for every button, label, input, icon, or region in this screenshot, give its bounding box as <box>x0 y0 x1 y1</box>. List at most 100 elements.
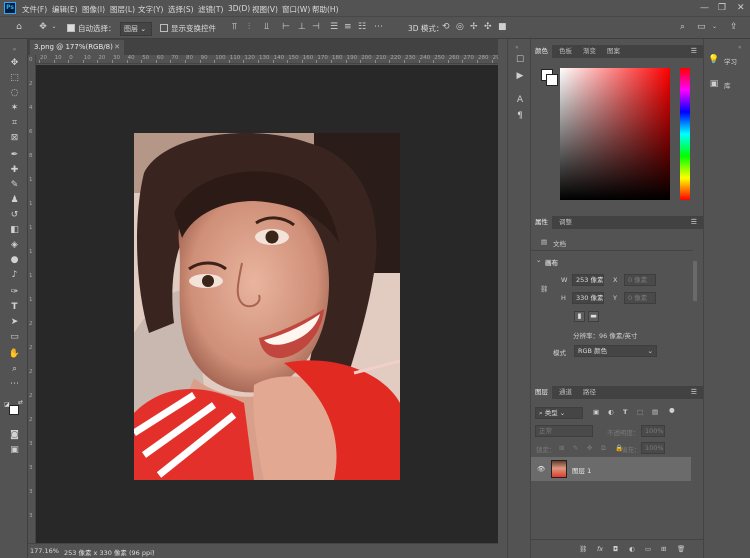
align-hcenter-icon[interactable]: ⊥ <box>298 22 306 32</box>
collapse-icon[interactable]: « <box>515 43 519 53</box>
height-field[interactable]: 330 像素 <box>572 292 604 304</box>
color-background-swatch[interactable] <box>546 74 558 86</box>
mode-select[interactable]: RGB 颜色 ⌄ <box>574 345 657 357</box>
y-field[interactable]: 0 像素 <box>624 292 656 304</box>
photoshop-logo-icon[interactable]: Ps <box>4 2 16 14</box>
menu-help[interactable]: 帮助(H) <box>312 4 339 15</box>
lock-transparent-icon[interactable]: ⊠ <box>559 444 564 452</box>
healing-brush-icon[interactable]: ✚ <box>8 164 21 177</box>
lock-pixels-icon[interactable]: ✎ <box>573 444 578 452</box>
move-tool-icon[interactable]: ✥ <box>8 57 21 70</box>
pen-tool-icon[interactable]: ✑ <box>8 286 21 299</box>
menu-3d[interactable]: 3D(D) <box>228 4 250 13</box>
3d-roll-icon[interactable]: ◎ <box>456 22 464 32</box>
menu-layer[interactable]: 图层(L) <box>110 4 135 15</box>
menu-window[interactable]: 窗口(W) <box>282 4 310 15</box>
filter-pixel-icon[interactable]: ▣ <box>593 408 599 416</box>
fx-icon[interactable]: fx <box>597 545 603 553</box>
layer-name[interactable]: 图层 1 <box>572 465 591 475</box>
new-group-icon[interactable]: ▭ <box>645 545 651 553</box>
auto-select-checkbox[interactable] <box>67 24 75 32</box>
close-window-button[interactable]: ✕ <box>737 3 745 13</box>
crop-tool-icon[interactable]: ⌗ <box>8 117 21 130</box>
menu-filter[interactable]: 滤镜(T) <box>198 4 223 15</box>
library-label[interactable]: 库 <box>724 80 731 90</box>
3d-scale-icon[interactable]: ■ <box>498 22 507 32</box>
align-left-icon[interactable]: ⊢ <box>282 22 290 32</box>
paint-bucket-icon[interactable]: ◈ <box>8 239 21 252</box>
distribute-vcenter-icon[interactable]: ≡ <box>344 22 352 32</box>
x-field[interactable]: 0 像素 <box>624 274 656 286</box>
more-options-icon[interactable]: ⋯ <box>374 22 383 32</box>
3d-rotate-icon[interactable]: ⟲ <box>442 22 450 32</box>
lock-position-icon[interactable]: ✥ <box>587 444 592 452</box>
brush-tool-icon[interactable]: ✎ <box>8 179 21 192</box>
document-tab[interactable]: 3.png @ 177%(RGB/8) ✕ <box>30 40 124 55</box>
link-layers-icon[interactable]: ⛓ <box>579 545 587 553</box>
menu-type[interactable]: 文字(Y) <box>138 4 163 15</box>
tab-swatches[interactable]: 色板 <box>555 45 576 58</box>
filter-toggle-icon[interactable]: ● <box>669 406 675 414</box>
add-mask-icon[interactable]: ◘ <box>613 545 618 553</box>
tab-color[interactable]: 颜色 <box>531 45 552 58</box>
3d-pan-icon[interactable]: ✢ <box>470 22 478 32</box>
link-icon[interactable]: ⛓ <box>540 285 548 293</box>
tab-gradients[interactable]: 渐变 <box>579 45 600 58</box>
align-top-icon[interactable]: ⫪ <box>232 22 237 32</box>
opacity-field[interactable]: 100% <box>641 425 665 437</box>
auto-select-target-select[interactable]: 图层 ⌄ <box>120 22 152 36</box>
close-tab-icon[interactable]: ✕ <box>114 40 120 55</box>
layer-row[interactable]: 👁 图层 1 <box>531 457 691 481</box>
path-select-icon[interactable]: ➤ <box>8 316 21 329</box>
tab-channels[interactable]: 通道 <box>555 386 576 399</box>
learn-label[interactable]: 学习 <box>724 56 737 66</box>
filter-shape-icon[interactable]: ⬚ <box>637 408 643 416</box>
color-field[interactable] <box>560 68 670 200</box>
move-tool-icon[interactable]: ✥ <box>37 22 49 32</box>
align-right-icon[interactable]: ⊣ <box>312 22 320 32</box>
panel-menu-icon[interactable]: ☰ <box>691 388 697 396</box>
show-transform-checkbox[interactable] <box>160 24 168 32</box>
status-menu-icon[interactable]: › <box>152 547 155 555</box>
landscape-orientation-icon[interactable]: ▬ <box>588 311 599 322</box>
rectangle-tool-icon[interactable]: ▭ <box>8 331 21 344</box>
filter-type-icon[interactable]: T <box>623 408 627 416</box>
dodge-tool-icon[interactable]: ♪ <box>8 269 21 282</box>
eye-icon[interactable]: 👁 <box>537 465 545 473</box>
panel-menu-icon[interactable]: ☰ <box>691 218 697 226</box>
paragraph-panel-icon[interactable]: ¶ <box>514 111 526 121</box>
library-icon[interactable]: ▣ <box>708 79 720 89</box>
document-image[interactable] <box>134 133 400 480</box>
tab-adjustments[interactable]: 调整 <box>555 216 576 229</box>
clone-stamp-icon[interactable]: ♟ <box>8 194 21 207</box>
type-tool-icon[interactable]: T <box>8 301 21 314</box>
eyedropper-icon[interactable]: ✒ <box>8 149 21 162</box>
align-bottom-icon[interactable]: ⫫ <box>264 22 269 32</box>
swap-colors-icon[interactable]: ⇄ <box>18 399 25 406</box>
tab-properties[interactable]: 属性 <box>531 216 552 229</box>
filter-smart-object-icon[interactable]: ▤ <box>652 408 658 416</box>
play-actions-icon[interactable]: ▶ <box>514 71 526 81</box>
properties-scrollbar[interactable] <box>693 261 697 301</box>
chevron-down-icon[interactable]: ⌄ <box>536 256 541 264</box>
menu-image[interactable]: 图像(I) <box>82 4 105 15</box>
more-tools-icon[interactable]: ⋯ <box>8 378 21 391</box>
hue-slider[interactable] <box>680 68 690 200</box>
tab-patterns[interactable]: 图案 <box>603 45 624 58</box>
learn-icon[interactable]: 💡 <box>708 55 720 65</box>
character-panel-icon[interactable]: A <box>514 95 526 105</box>
width-field[interactable]: 253 像素 <box>572 274 604 286</box>
eraser-icon[interactable]: ◧ <box>8 224 21 237</box>
hand-tool-icon[interactable]: ✋ <box>8 348 21 361</box>
search-icon[interactable]: ⌕ <box>680 22 685 32</box>
home-icon[interactable]: ⌂ <box>13 22 25 32</box>
lock-artboard-icon[interactable]: ⧉ <box>601 444 606 453</box>
menu-file[interactable]: 文件(F) <box>22 4 47 15</box>
menu-view[interactable]: 视图(V) <box>252 4 278 15</box>
distribute-bottom-icon[interactable]: ☷ <box>358 22 366 32</box>
blend-mode-select[interactable]: 正常 <box>535 425 593 437</box>
portrait-orientation-icon[interactable]: ▮ <box>574 311 585 322</box>
adjustment-layer-icon[interactable]: ◐ <box>629 545 635 553</box>
tab-layers[interactable]: 图层 <box>531 386 552 399</box>
restore-button[interactable]: ❐ <box>718 3 726 13</box>
